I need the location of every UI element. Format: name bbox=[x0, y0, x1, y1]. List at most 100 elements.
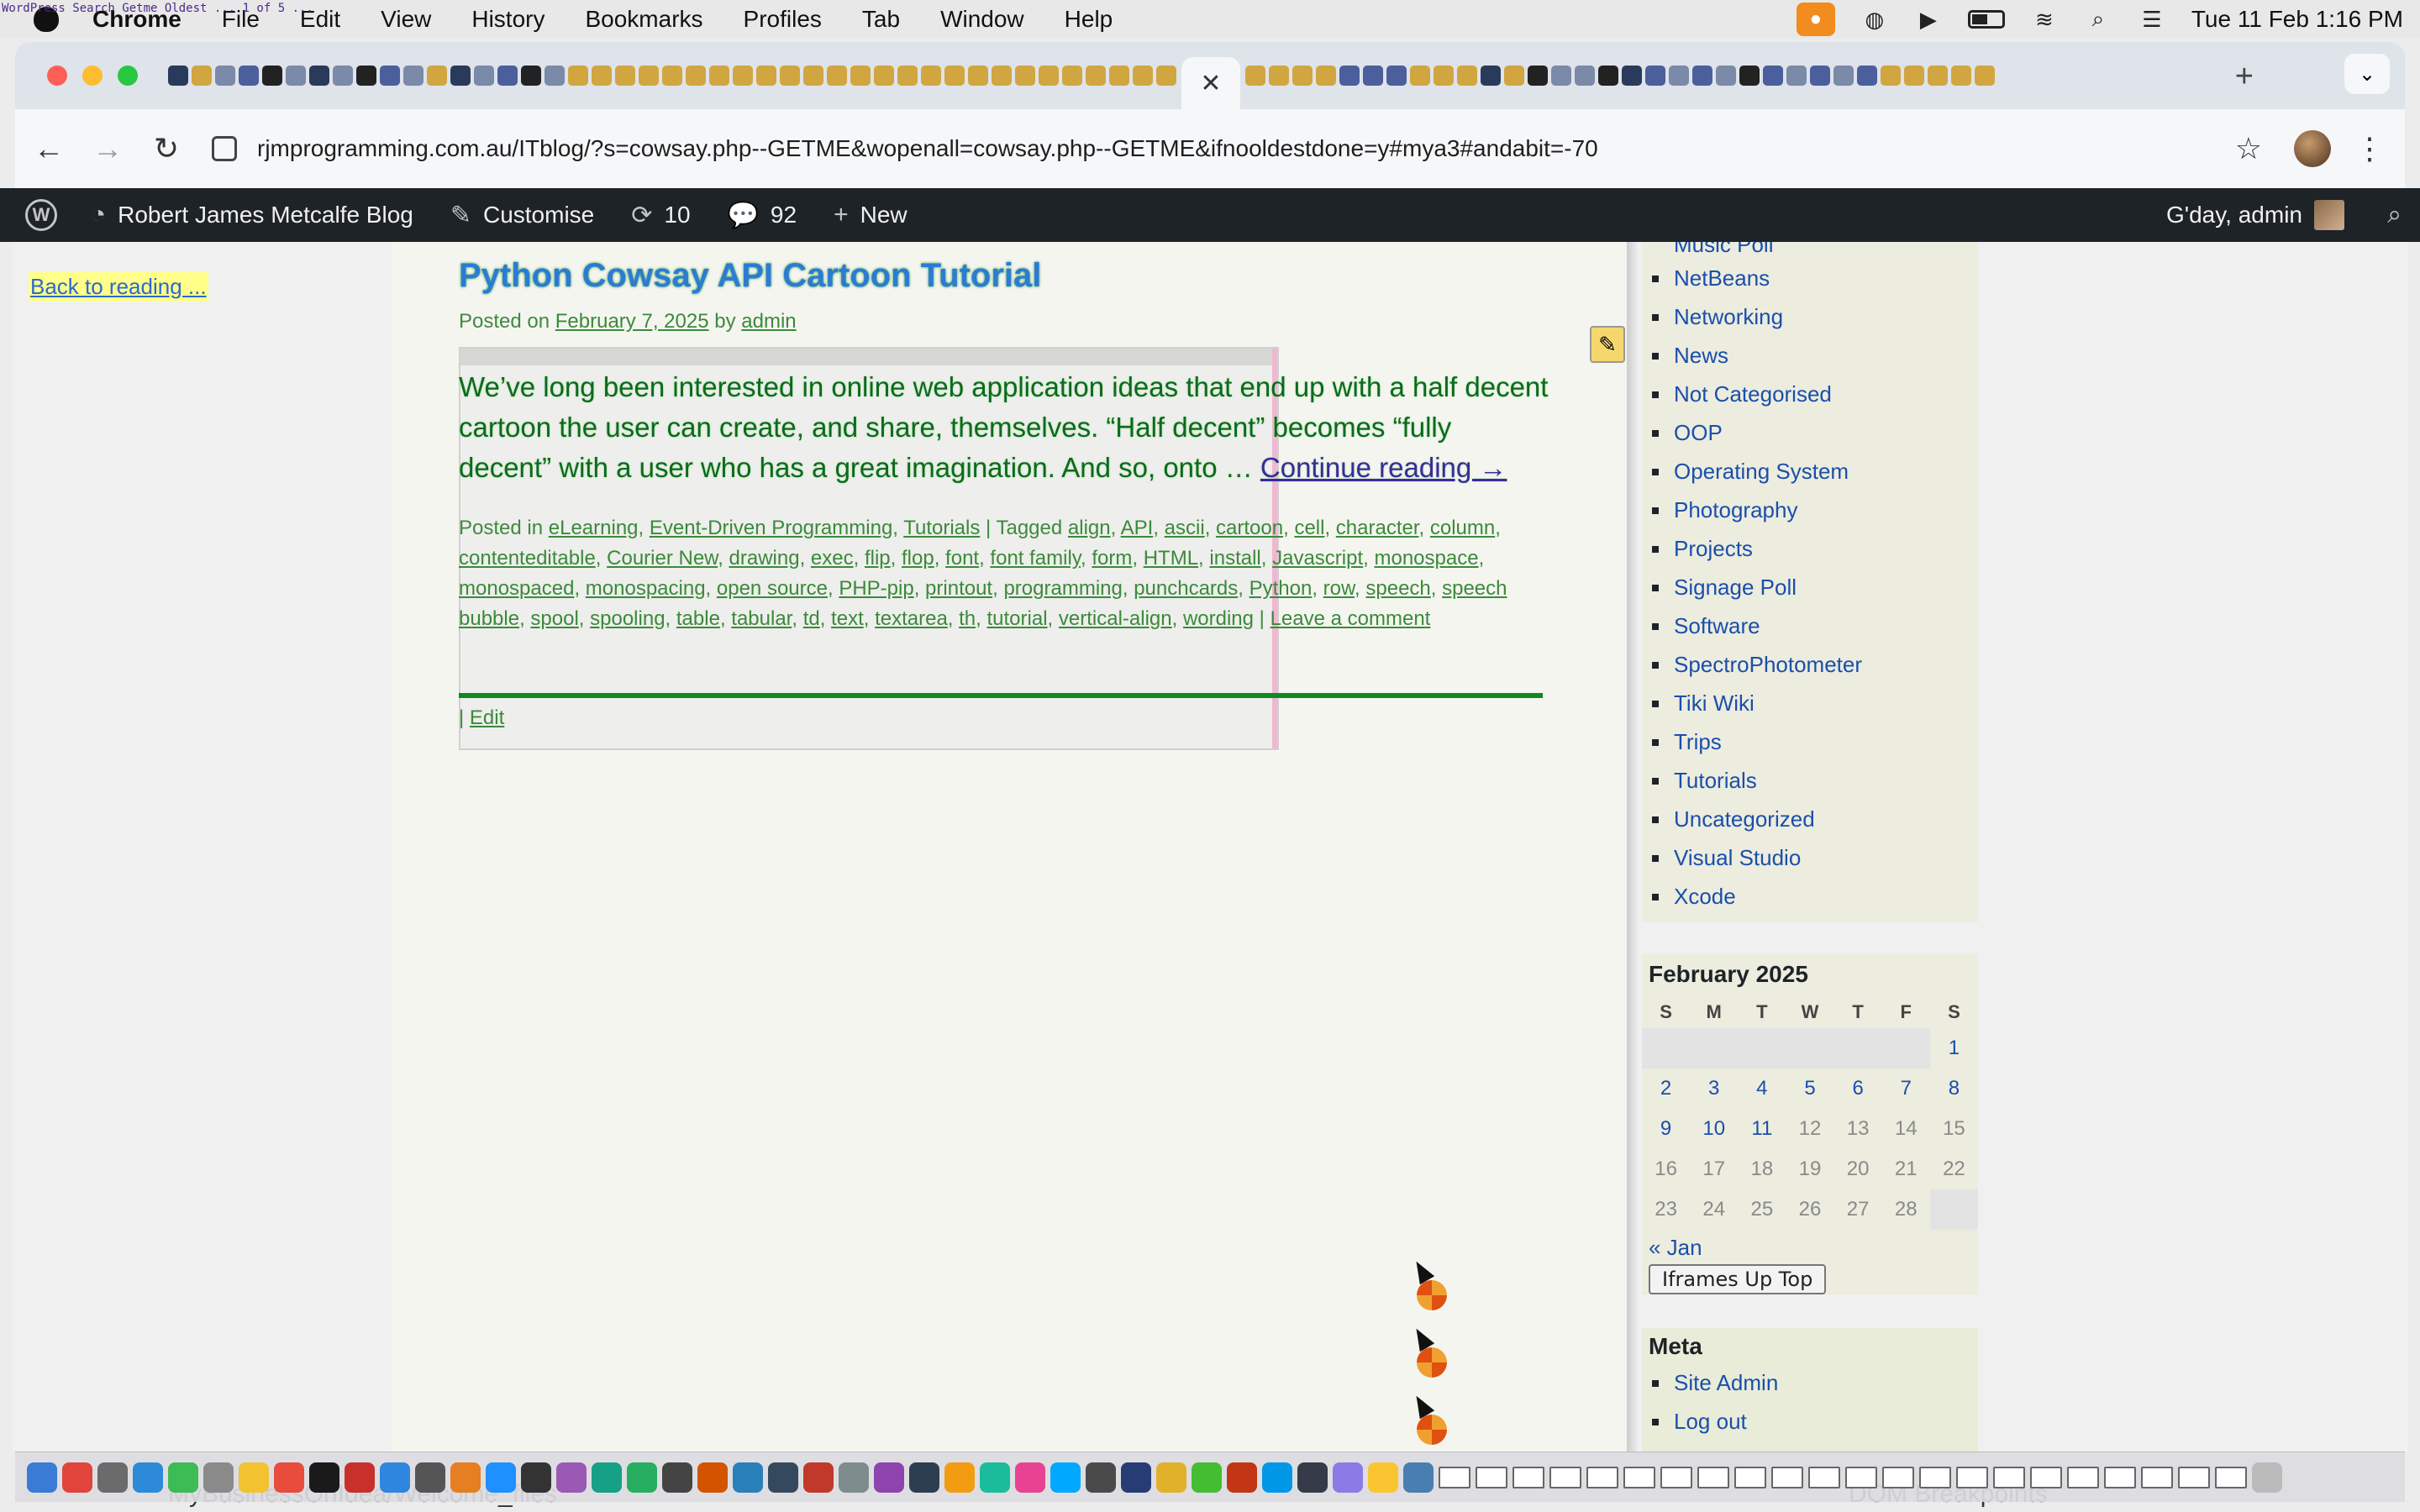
address-bar[interactable]: rjmprogramming.com.au/ITblog/?s=cowsay.p… bbox=[257, 135, 1598, 162]
dock-app-icon[interactable] bbox=[380, 1462, 410, 1493]
dock-app-icon[interactable] bbox=[944, 1462, 975, 1493]
control-center-icon[interactable]: ☰ bbox=[2138, 7, 2166, 32]
menu-tab[interactable]: Tab bbox=[862, 6, 900, 33]
tag-link[interactable]: tabular bbox=[731, 607, 792, 630]
dock-app-icon[interactable] bbox=[1333, 1462, 1363, 1493]
tab-favicon-icon[interactable] bbox=[592, 66, 612, 86]
dock-app-icon[interactable] bbox=[556, 1462, 587, 1493]
calendar-day-link[interactable]: 1 bbox=[1930, 1028, 1978, 1068]
dock-app-icon[interactable] bbox=[909, 1462, 939, 1493]
dock-app-icon[interactable] bbox=[133, 1462, 163, 1493]
tab-favicon-icon[interactable] bbox=[968, 66, 988, 86]
calendar-day-link[interactable]: 4 bbox=[1738, 1068, 1786, 1109]
dock-app-icon[interactable] bbox=[980, 1462, 1010, 1493]
tab-favicon-icon[interactable] bbox=[827, 66, 847, 86]
tab-favicon-icon[interactable] bbox=[1975, 66, 1995, 86]
tag-link[interactable]: form bbox=[1092, 547, 1132, 570]
edit-post-link[interactable]: Edit bbox=[470, 706, 504, 729]
adminbar-site-name[interactable]: ◔ Robert James Metcalfe Blog bbox=[91, 201, 413, 229]
calendar-day-link[interactable]: 5 bbox=[1786, 1068, 1833, 1109]
tab-favicon-icon[interactable] bbox=[1386, 66, 1407, 86]
microphone-icon[interactable]: ● bbox=[1796, 3, 1835, 36]
tab-favicon-icon[interactable] bbox=[1810, 66, 1830, 86]
dock-app-icon[interactable] bbox=[627, 1462, 657, 1493]
tab-favicon-icon[interactable] bbox=[992, 66, 1012, 86]
profile-avatar[interactable] bbox=[2294, 130, 2331, 167]
calendar-day-link[interactable]: 10 bbox=[1690, 1109, 1738, 1149]
dock-app-icon[interactable] bbox=[1262, 1462, 1292, 1493]
tab-favicon-icon[interactable] bbox=[1692, 66, 1712, 86]
adminbar-search-icon[interactable]: ⌕ bbox=[2387, 201, 2402, 229]
tab-favicon-icon[interactable] bbox=[1904, 66, 1924, 86]
dock-app-icon[interactable] bbox=[168, 1462, 198, 1493]
dock-minimized-window-icon[interactable] bbox=[1956, 1466, 1988, 1488]
tag-link[interactable]: align bbox=[1068, 517, 1111, 539]
tab-favicon-icon[interactable] bbox=[1833, 66, 1854, 86]
dock-app-icon[interactable] bbox=[203, 1462, 234, 1493]
tag-link[interactable]: flop bbox=[902, 547, 934, 570]
tab-favicon-icon[interactable] bbox=[944, 66, 965, 86]
category-item[interactable]: Networking bbox=[1642, 297, 1978, 336]
tab-favicon-icon[interactable] bbox=[239, 66, 259, 86]
search-icon[interactable]: ⌕ bbox=[2084, 6, 2112, 32]
dock-minimized-window-icon[interactable] bbox=[1882, 1466, 1914, 1488]
tab-favicon-icon[interactable] bbox=[1551, 66, 1571, 86]
category-item[interactable]: Music Poll bbox=[1642, 242, 1978, 259]
dock-minimized-window-icon[interactable] bbox=[1919, 1466, 1951, 1488]
tag-link[interactable]: exec bbox=[811, 547, 854, 570]
dock-app-icon[interactable] bbox=[662, 1462, 692, 1493]
tag-link[interactable]: cell bbox=[1294, 517, 1324, 539]
tab-favicon-icon[interactable] bbox=[1504, 66, 1524, 86]
tag-link[interactable]: contenteditable bbox=[459, 547, 596, 570]
wifi-icon[interactable]: ≋ bbox=[2030, 7, 2059, 32]
tab-favicon-icon[interactable] bbox=[1062, 66, 1082, 86]
dock-app-icon[interactable] bbox=[1015, 1462, 1045, 1493]
menu-bookmarks[interactable]: Bookmarks bbox=[585, 6, 702, 33]
tab-favicon-icon[interactable] bbox=[427, 66, 447, 86]
tab-favicon-icon[interactable] bbox=[1716, 66, 1736, 86]
tab-favicon-icon[interactable] bbox=[1669, 66, 1689, 86]
tab-favicon-icon[interactable] bbox=[168, 66, 188, 86]
tab-favicon-icon[interactable] bbox=[921, 66, 941, 86]
calendar-prev-link[interactable]: « Jan bbox=[1642, 1235, 1978, 1261]
dock-app-icon[interactable] bbox=[874, 1462, 904, 1493]
dock-app-icon[interactable] bbox=[62, 1462, 92, 1493]
reload-icon[interactable]: ↻ bbox=[141, 123, 192, 174]
category-item[interactable]: News bbox=[1642, 336, 1978, 375]
dock-minimized-window-icon[interactable] bbox=[1439, 1466, 1470, 1488]
tab-favicon-icon[interactable] bbox=[1316, 66, 1336, 86]
dock-app-icon[interactable] bbox=[239, 1462, 269, 1493]
tab-favicon-icon[interactable] bbox=[615, 66, 635, 86]
meta-link[interactable]: Site Admin bbox=[1642, 1363, 1978, 1402]
dock-minimized-window-icon[interactable] bbox=[1808, 1466, 1840, 1488]
globe-icon[interactable]: ◍ bbox=[1860, 7, 1889, 32]
tab-favicon-icon[interactable] bbox=[497, 66, 518, 86]
tab-favicon-icon[interactable] bbox=[1928, 66, 1948, 86]
category-link[interactable]: Event-Driven Programming bbox=[650, 517, 892, 539]
tag-link[interactable]: row bbox=[1323, 577, 1355, 600]
dock-app-icon[interactable] bbox=[733, 1462, 763, 1493]
new-tab-button[interactable]: + bbox=[2235, 59, 2254, 95]
adminbar-new[interactable]: + New bbox=[834, 201, 908, 229]
tab-favicon-icon[interactable] bbox=[309, 66, 329, 86]
tab-favicon-icon[interactable] bbox=[1881, 66, 1901, 86]
tab-favicon-icon[interactable] bbox=[1269, 66, 1289, 86]
dock-app-icon[interactable] bbox=[1403, 1462, 1434, 1493]
dock-minimized-window-icon[interactable] bbox=[1623, 1466, 1655, 1488]
tag-link[interactable]: spooling bbox=[590, 607, 665, 630]
menu-view[interactable]: View bbox=[381, 6, 431, 33]
category-item[interactable]: SpectroPhotometer bbox=[1642, 645, 1978, 684]
close-tab-icon[interactable]: ✕ bbox=[1200, 69, 1221, 98]
tab-favicon-icon[interactable] bbox=[874, 66, 894, 86]
dock-app-icon[interactable] bbox=[839, 1462, 869, 1493]
tab-favicon-icon[interactable] bbox=[1086, 66, 1106, 86]
tab-favicon-icon[interactable] bbox=[1786, 66, 1807, 86]
tag-link[interactable]: Courier New bbox=[607, 547, 718, 570]
tag-link[interactable]: Javascript bbox=[1272, 547, 1363, 570]
tag-link[interactable]: character bbox=[1336, 517, 1419, 539]
tab-favicon-icon[interactable] bbox=[450, 66, 471, 86]
category-item[interactable]: Tiki Wiki bbox=[1642, 684, 1978, 722]
dock-app-icon[interactable] bbox=[415, 1462, 445, 1493]
tab-favicon-icon[interactable] bbox=[1951, 66, 1971, 86]
tab-favicon-icon[interactable] bbox=[1622, 66, 1642, 86]
